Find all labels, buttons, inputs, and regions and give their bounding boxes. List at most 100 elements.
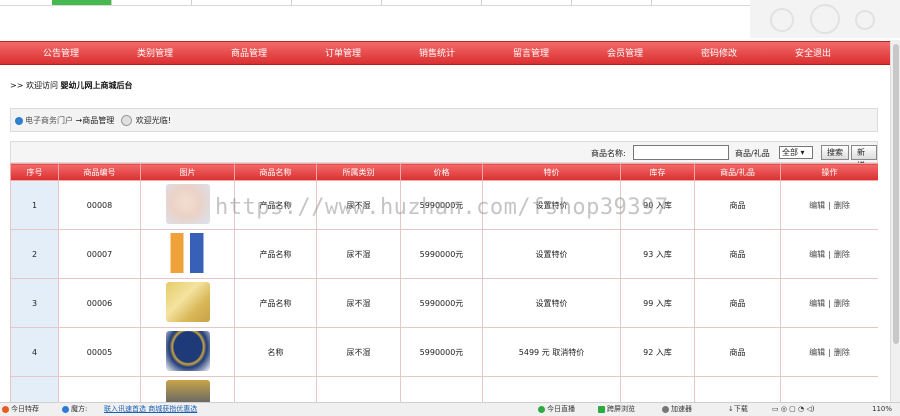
col-header-actions: 操作 [780, 163, 878, 181]
chevron-down-icon: ▾ [800, 148, 805, 157]
product-code: 00005 [58, 327, 141, 377]
nav-orders[interactable]: 订单管理 [296, 42, 390, 66]
nav-members[interactable]: 会员管理 [578, 42, 672, 66]
table-row: 4 00005 名称 尿不湿 5990000元 5499 元 取消特价 92 入… [10, 327, 878, 377]
product-kind: 商品 [694, 327, 781, 377]
product-price: 5990000元 [400, 278, 483, 328]
live-today[interactable]: 今日直播 [538, 403, 575, 416]
product-kind: 商品 [694, 229, 781, 279]
status-icons[interactable]: ▭ ◎ ▢ ◔ ◁) [772, 403, 814, 416]
greeting-text: 欢迎光临! [135, 116, 172, 125]
edit-link[interactable]: 编辑 [809, 201, 825, 210]
table-row-partial [10, 376, 878, 402]
search-bar: 商品名称: 商品/礼品 全部 ▾ 搜索 新增 [10, 141, 878, 170]
nav-sales-stats[interactable]: 销售统计 [390, 42, 484, 66]
promo-link[interactable]: 联入讯速首选 商城获指优惠选 [104, 403, 197, 416]
col-header-stock: 库存 [620, 163, 695, 181]
nav-announcements[interactable]: 公告管理 [14, 42, 108, 66]
phone-icon [598, 405, 605, 413]
smiley-icon [120, 115, 132, 126]
delete-link[interactable]: 删除 [834, 250, 850, 259]
stock-cell[interactable]: 92 入库 [620, 327, 695, 377]
product-category: 尿不湿 [316, 327, 401, 377]
product-price: 5990000元 [400, 327, 483, 377]
col-header-code: 商品编号 [58, 163, 141, 181]
type-filter-value: 全部 [782, 148, 798, 157]
header-decoration [750, 0, 900, 38]
search-button[interactable]: 搜索 [821, 145, 849, 160]
product-image-cell [140, 327, 235, 377]
rubik-cube-item[interactable]: 魔方: [62, 403, 87, 416]
breadcrumb-current: →商品管理 [75, 116, 115, 125]
downloads[interactable]: ↓下载 [728, 403, 748, 416]
accelerator[interactable]: 加速器 [662, 403, 692, 416]
table-header-row: 序号 商品编号 图片 商品名称 所属类别 价格 特价 库存 商品/礼品 操作 [10, 163, 878, 181]
type-filter-label: 商品/礼品 [735, 149, 770, 158]
daily-picks[interactable]: 今日特荐 [2, 403, 39, 416]
site-name: 婴幼儿网上商城后台 [60, 81, 133, 90]
product-kind: 商品 [694, 180, 781, 230]
stock-cell[interactable]: 93 入库 [620, 229, 695, 279]
product-name: 产品名称 [234, 229, 317, 279]
browser-tab[interactable] [572, 0, 652, 5]
stock-cell[interactable]: 99 入库 [620, 278, 695, 328]
row-actions: 编辑 | 删除 [780, 180, 878, 230]
browser-tab[interactable] [192, 0, 292, 5]
zoom-level[interactable]: 110% [872, 403, 892, 416]
vertical-scrollbar[interactable] [890, 40, 900, 402]
product-code: 00008 [58, 180, 141, 230]
product-image [165, 233, 210, 273]
row-index: 3 [10, 278, 59, 328]
nav-products[interactable]: 商品管理 [202, 42, 296, 66]
row-actions: 编辑 | 删除 [780, 327, 878, 377]
product-image [165, 380, 210, 402]
add-button[interactable]: 新增 [851, 145, 877, 170]
delete-link[interactable]: 删除 [834, 299, 850, 308]
product-code: 00007 [58, 229, 141, 279]
browser-top-area [0, 0, 900, 40]
browser-tab[interactable] [482, 0, 572, 5]
edit-link[interactable]: 编辑 [809, 299, 825, 308]
table-row: 2 00007 产品名称 尿不湿 5990000元 设置特价 93 入库 商品 … [10, 229, 878, 279]
product-code: 00006 [58, 278, 141, 328]
product-kind: 商品 [694, 278, 781, 328]
nav-password[interactable]: 密码修改 [672, 42, 766, 66]
delete-link[interactable]: 删除 [834, 348, 850, 357]
scrollbar-thumb[interactable] [893, 44, 899, 344]
product-category: 尿不湿 [316, 229, 401, 279]
browser-tab[interactable] [382, 0, 482, 5]
cross-screen[interactable]: 跨屏浏览 [598, 403, 635, 416]
edit-link[interactable]: 编辑 [809, 250, 825, 259]
nav-categories[interactable]: 类别管理 [108, 42, 202, 66]
nav-logout[interactable]: 安全退出 [766, 42, 860, 66]
edit-link[interactable]: 编辑 [809, 348, 825, 357]
product-name: 名称 [234, 327, 317, 377]
welcome-prefix: >> 欢迎访问 [10, 81, 58, 90]
special-price-link[interactable]: 设置特价 [482, 229, 621, 279]
product-image [165, 184, 210, 224]
col-header-image: 图片 [140, 163, 235, 181]
product-image-cell [140, 278, 235, 328]
delete-link[interactable]: 删除 [834, 201, 850, 210]
row-index: 4 [10, 327, 59, 377]
special-price-link[interactable]: 设置特价 [482, 278, 621, 328]
special-price-cell[interactable]: 5499 元 取消特价 [482, 327, 621, 377]
browser-status-bar: 今日特荐 魔方: 联入讯速首选 商城获指优惠选 今日直播 跨屏浏览 加速器 ↓下… [0, 402, 900, 416]
product-category: 尿不湿 [316, 278, 401, 328]
row-actions: 编辑 | 删除 [780, 278, 878, 328]
row-index: 1 [10, 180, 59, 230]
table-row: 3 00006 产品名称 尿不湿 5990000元 设置特价 99 入库 商品 … [10, 278, 878, 328]
product-name-input[interactable] [633, 145, 729, 160]
breadcrumb-home-link[interactable]: 电子商务门户 [25, 116, 73, 125]
browser-tab[interactable] [292, 0, 382, 5]
browser-tab-active[interactable] [52, 0, 112, 5]
welcome-text: >> 欢迎访问 婴幼儿网上商城后台 [10, 80, 133, 91]
product-price: 5990000元 [400, 229, 483, 279]
product-name-label: 商品名称: [591, 149, 626, 158]
col-header-category: 所属类别 [316, 163, 401, 181]
nav-messages[interactable]: 留言管理 [484, 42, 578, 66]
col-header-price: 价格 [400, 163, 483, 181]
product-image [165, 331, 210, 371]
browser-tab[interactable] [112, 0, 192, 5]
type-filter-select[interactable]: 全部 ▾ [779, 146, 813, 159]
